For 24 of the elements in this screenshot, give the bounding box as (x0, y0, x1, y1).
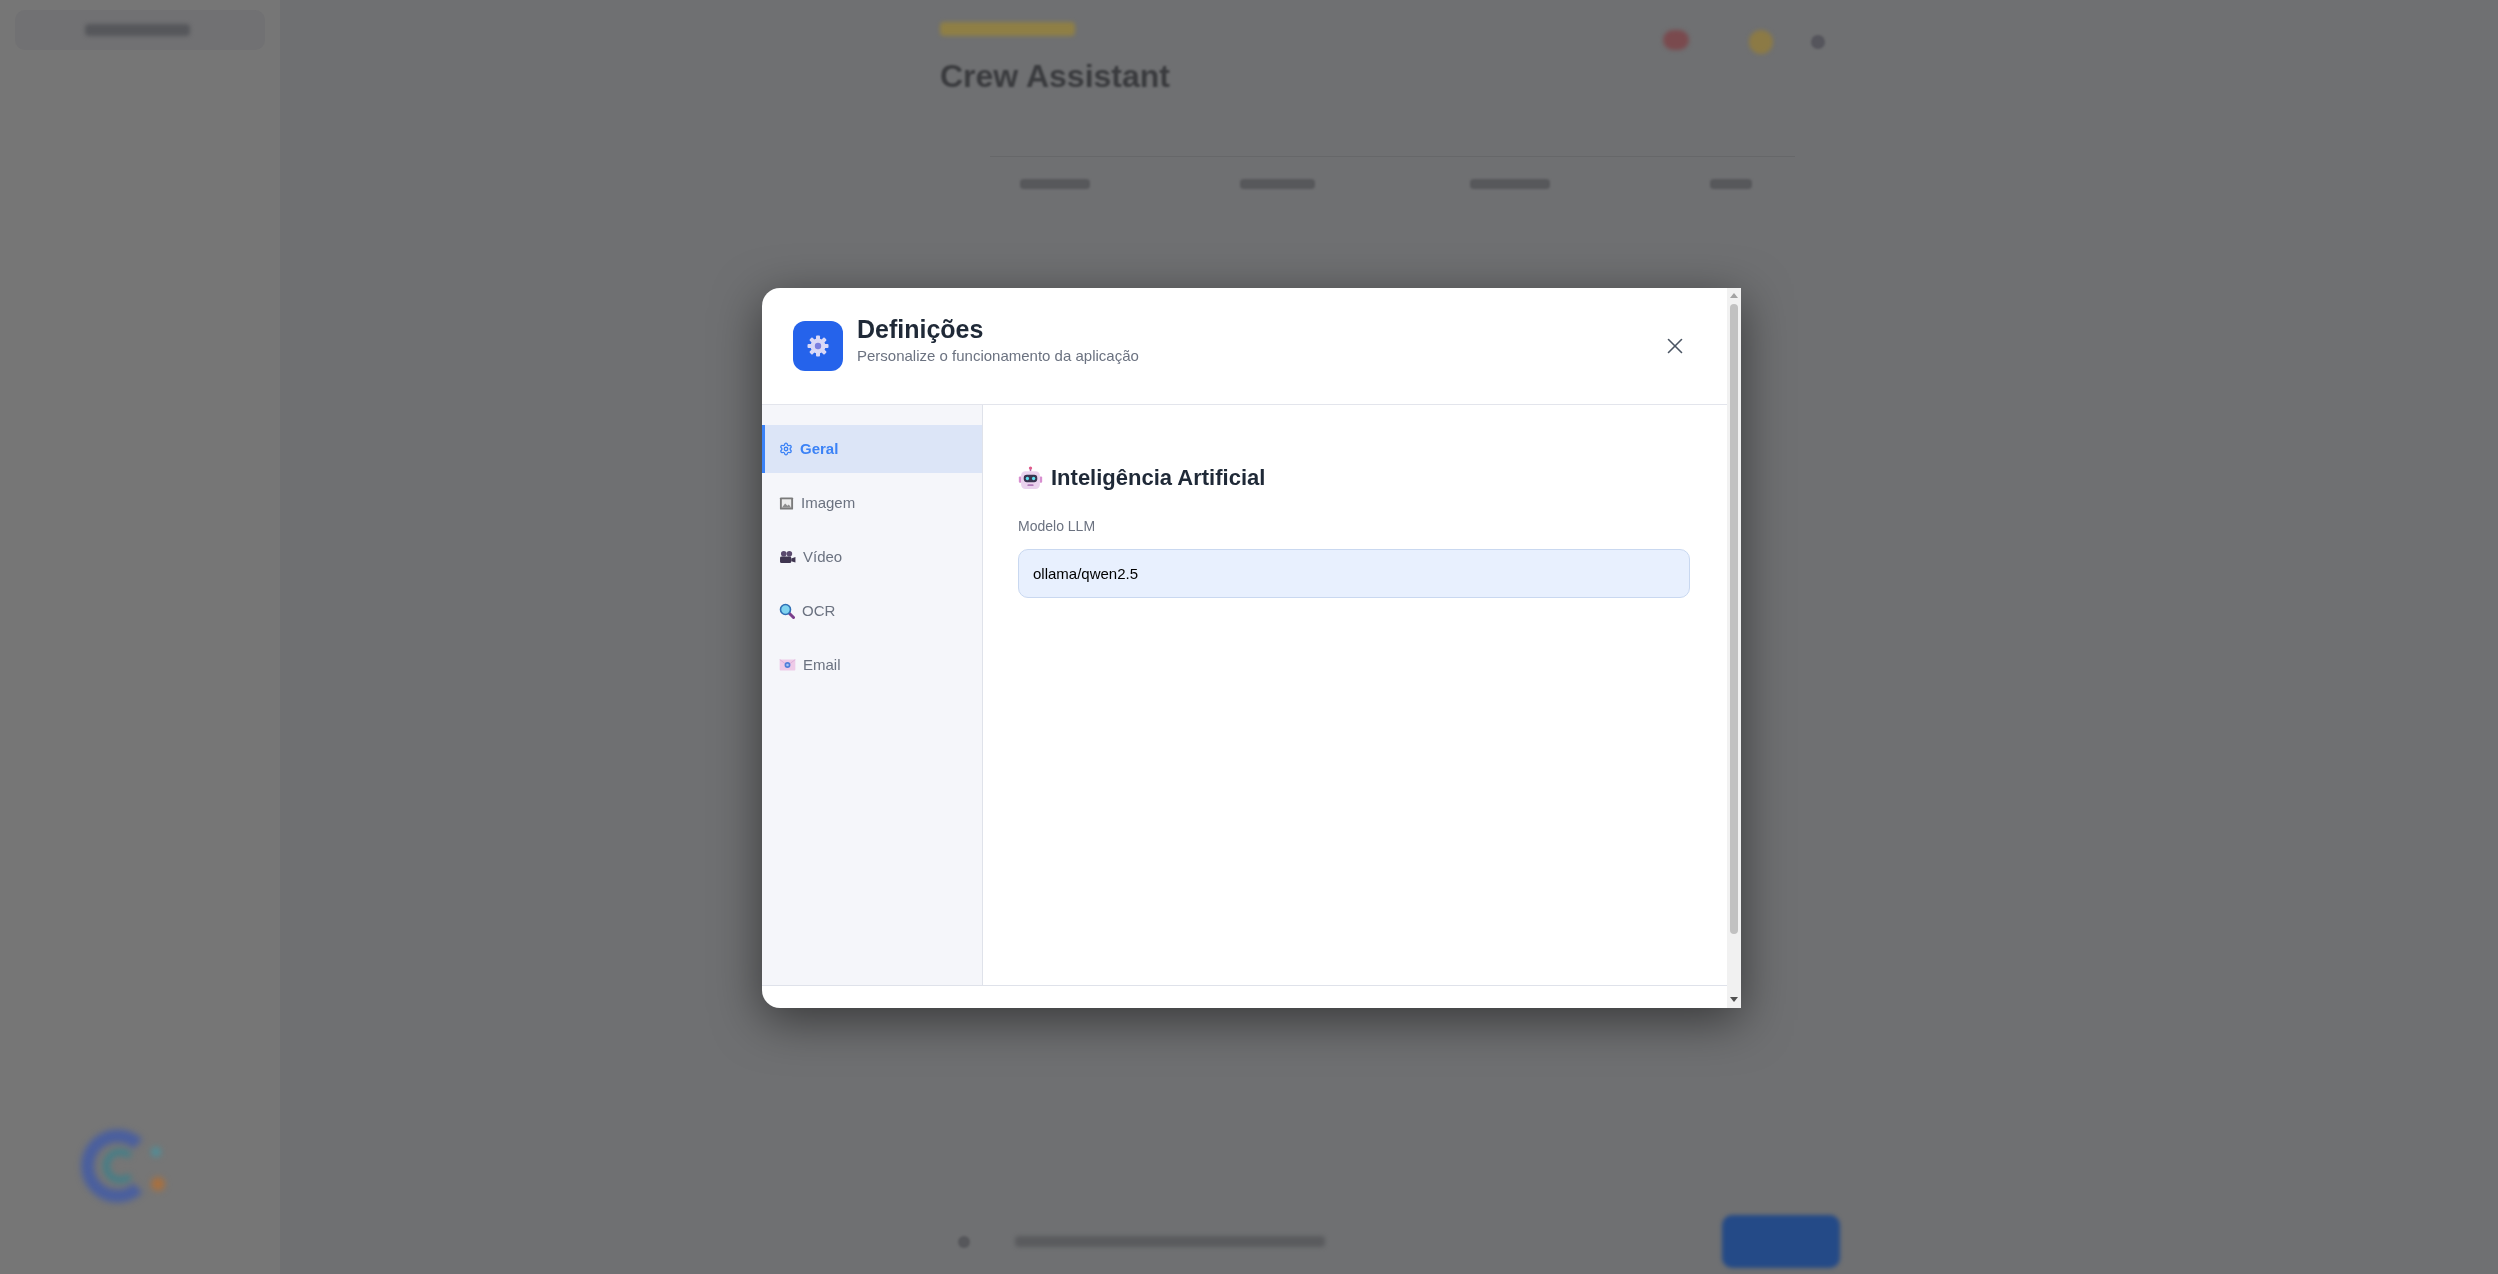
blurred-text-drawing (1710, 179, 1752, 189)
scrollbar-thumb[interactable] (1730, 304, 1738, 934)
scrollbar-track[interactable] (1727, 288, 1741, 1008)
sidebar-item[interactable]: Geral (762, 425, 982, 473)
sidebar-item[interactable]: Email (762, 641, 982, 689)
sidebar-item[interactable]: Vídeo (762, 533, 982, 581)
dialog-subtitle: Personalize o funcionamento da aplicação (857, 345, 1139, 366)
scroll-up-arrow-icon[interactable] (1730, 293, 1738, 298)
blurred-text-drawing (1020, 179, 1090, 189)
robot-icon (1018, 465, 1043, 491)
sidebar-item[interactable]: OCR (762, 587, 982, 635)
gear-icon (779, 442, 793, 456)
blurred-send-button[interactable] (1722, 1215, 1840, 1268)
field-label: Modelo LLM (1018, 517, 1097, 535)
gear-icon (793, 321, 843, 371)
dialog-title: Definições (857, 313, 985, 344)
movie-camera-icon (779, 550, 796, 564)
sidebar-item[interactable]: Imagem (762, 479, 982, 527)
scroll-down-arrow-icon[interactable] (1730, 997, 1738, 1002)
input-field[interactable]: ollama/qwen2.5 (1018, 549, 1690, 598)
envelope-icon (779, 659, 796, 671)
section-title: Inteligência Artificial (1051, 464, 1266, 492)
magnifier-icon (779, 603, 795, 619)
framed-picture-icon (779, 495, 794, 511)
